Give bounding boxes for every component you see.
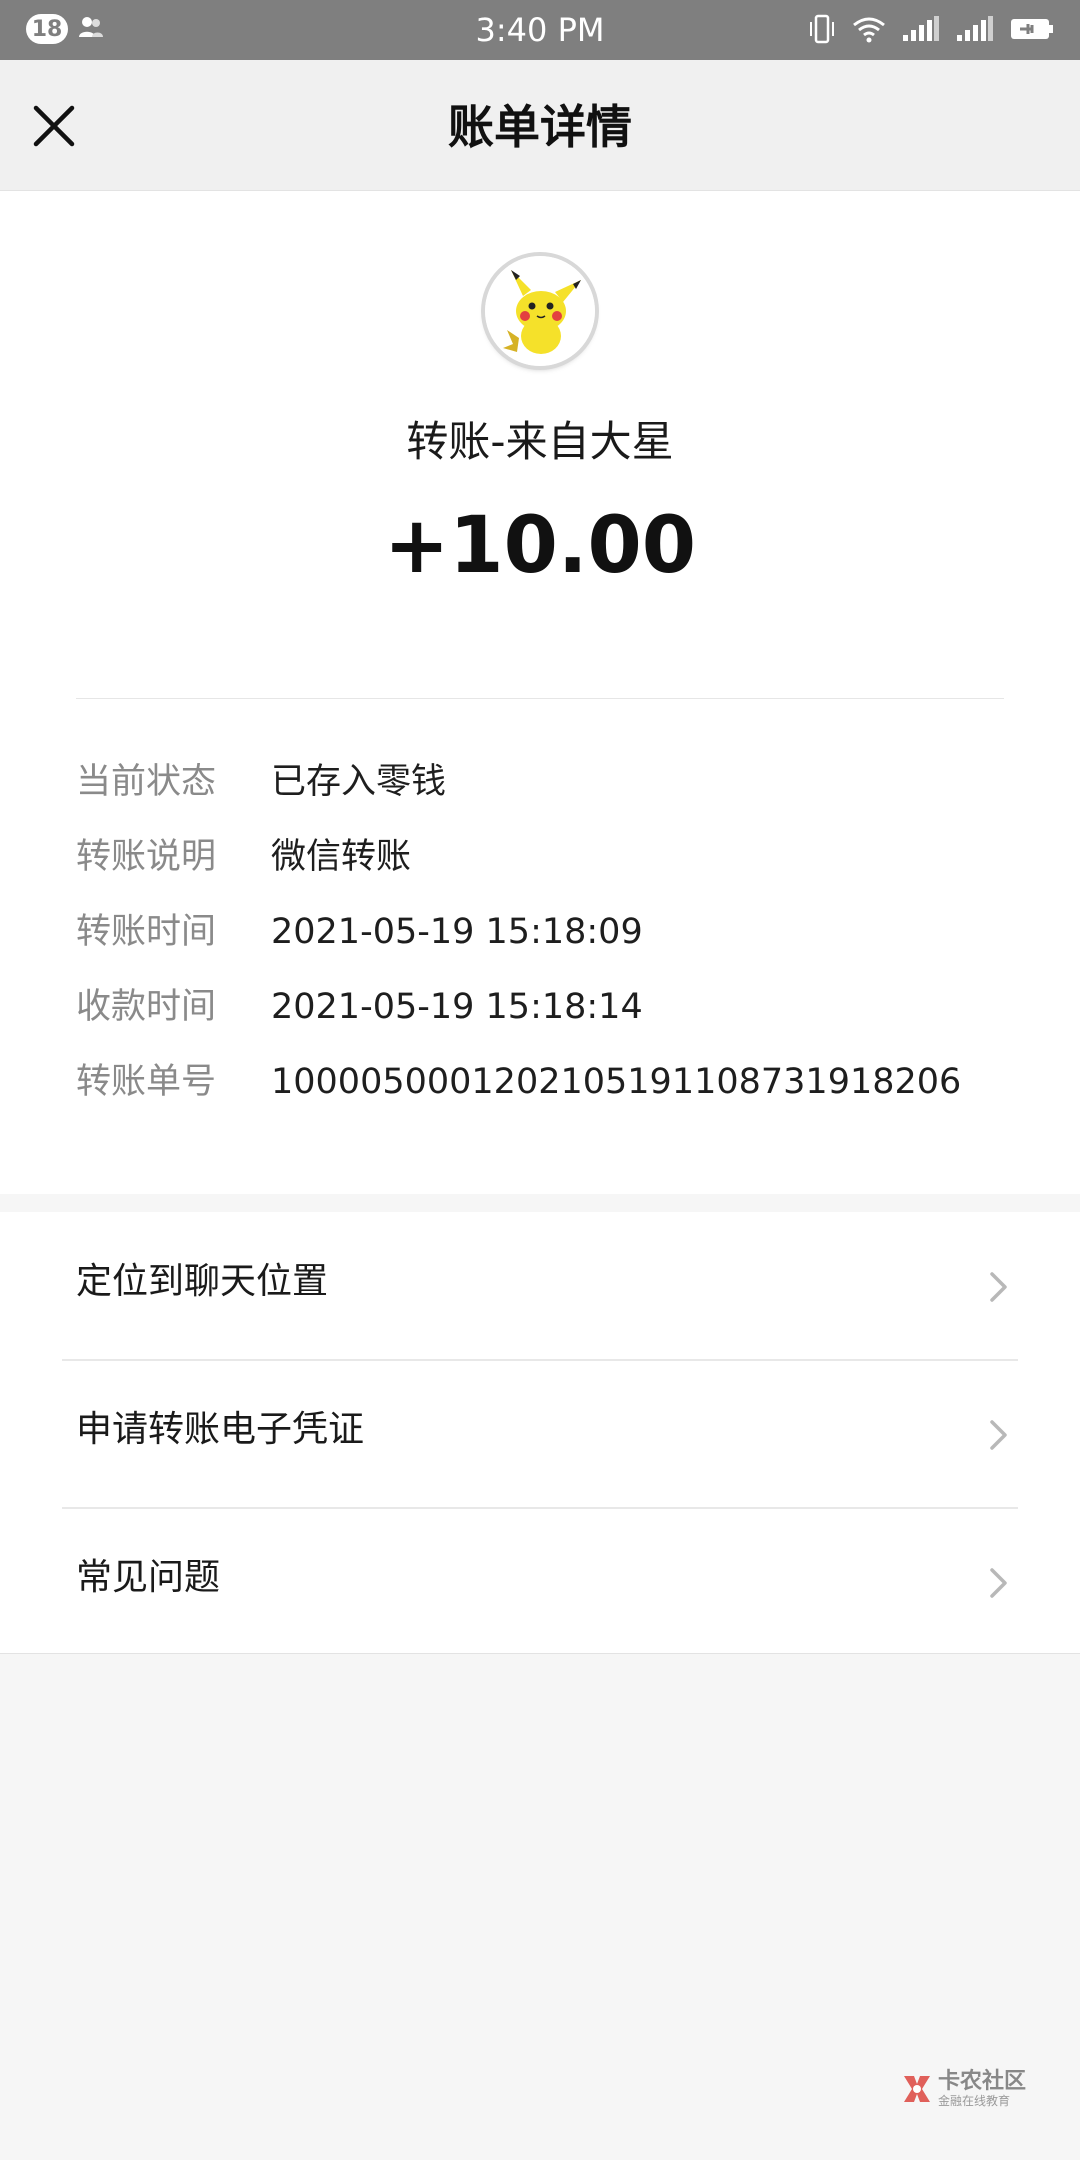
detail-row-description: 转账说明 微信转账 <box>76 831 1076 883</box>
transfer-title: 转账-来自大星 <box>406 417 674 466</box>
battery-charging-icon <box>1010 16 1054 46</box>
pikachu-avatar-icon <box>485 256 595 366</box>
chevron-right-icon <box>990 1568 1007 1598</box>
watermark-title: 卡农社区 <box>938 2069 1027 2094</box>
menu-item-label: 申请转账电子凭证 <box>76 1409 365 1450</box>
detail-value: 2021-05-19 15:18:14 <box>271 987 643 1027</box>
transfer-amount: +10.00 <box>383 501 697 591</box>
wifi-icon <box>852 15 886 47</box>
status-right <box>808 14 1054 48</box>
detail-value: 微信转账 <box>271 837 412 877</box>
menu-item-label: 常见问题 <box>76 1557 221 1598</box>
menu-item-faq[interactable]: 常见问题 <box>0 1508 1080 1655</box>
chevron-right-icon <box>990 1420 1007 1450</box>
menu-list: 定位到聊天位置 申请转账电子凭证 常见问题 <box>0 1212 1080 1654</box>
detail-label: 转账时间 <box>76 912 217 952</box>
detail-row-transfer-time: 转账时间 2021-05-19 15:18:09 <box>76 906 1076 958</box>
vibrate-icon <box>808 14 836 48</box>
chevron-right-icon <box>990 1272 1007 1302</box>
detail-row-status: 当前状态 已存入零钱 <box>76 756 1076 808</box>
detail-label: 收款时间 <box>76 987 217 1027</box>
detail-label: 转账单号 <box>76 1062 217 1102</box>
detail-row-receive-time: 收款时间 2021-05-19 15:18:14 <box>76 981 1076 1033</box>
detail-row-order-number: 转账单号 1000050001202105191108731918206 <box>76 1056 1076 1108</box>
status-bar: 18 3:40 PM <box>0 0 1080 60</box>
watermark: 卡农社区 金融在线教育 <box>900 2070 1050 2110</box>
transaction-detail-card: 转账-来自大星 +10.00 当前状态 已存入零钱 转账说明 微信转账 转账时间… <box>0 191 1080 1194</box>
menu-item-locate-chat[interactable]: 定位到聊天位置 <box>0 1212 1080 1359</box>
menu-item-apply-voucher[interactable]: 申请转账电子凭证 <box>0 1360 1080 1507</box>
signal-2-icon <box>956 16 994 46</box>
avatar <box>485 256 595 366</box>
detail-value: 1000050001202105191108731918206 <box>271 1062 962 1102</box>
watermark-subtitle: 金融在线教育 <box>938 2094 1011 2108</box>
page-title: 账单详情 <box>448 100 632 154</box>
menu-item-label: 定位到聊天位置 <box>76 1261 329 1302</box>
detail-label: 转账说明 <box>76 837 217 877</box>
header: 账单详情 <box>0 60 1080 191</box>
detail-value: 已存入零钱 <box>271 762 447 802</box>
watermark-logo-icon <box>904 2076 930 2102</box>
divider <box>76 698 1004 699</box>
signal-icon <box>902 16 940 46</box>
detail-label: 当前状态 <box>76 762 217 802</box>
detail-value: 2021-05-19 15:18:09 <box>271 912 643 952</box>
